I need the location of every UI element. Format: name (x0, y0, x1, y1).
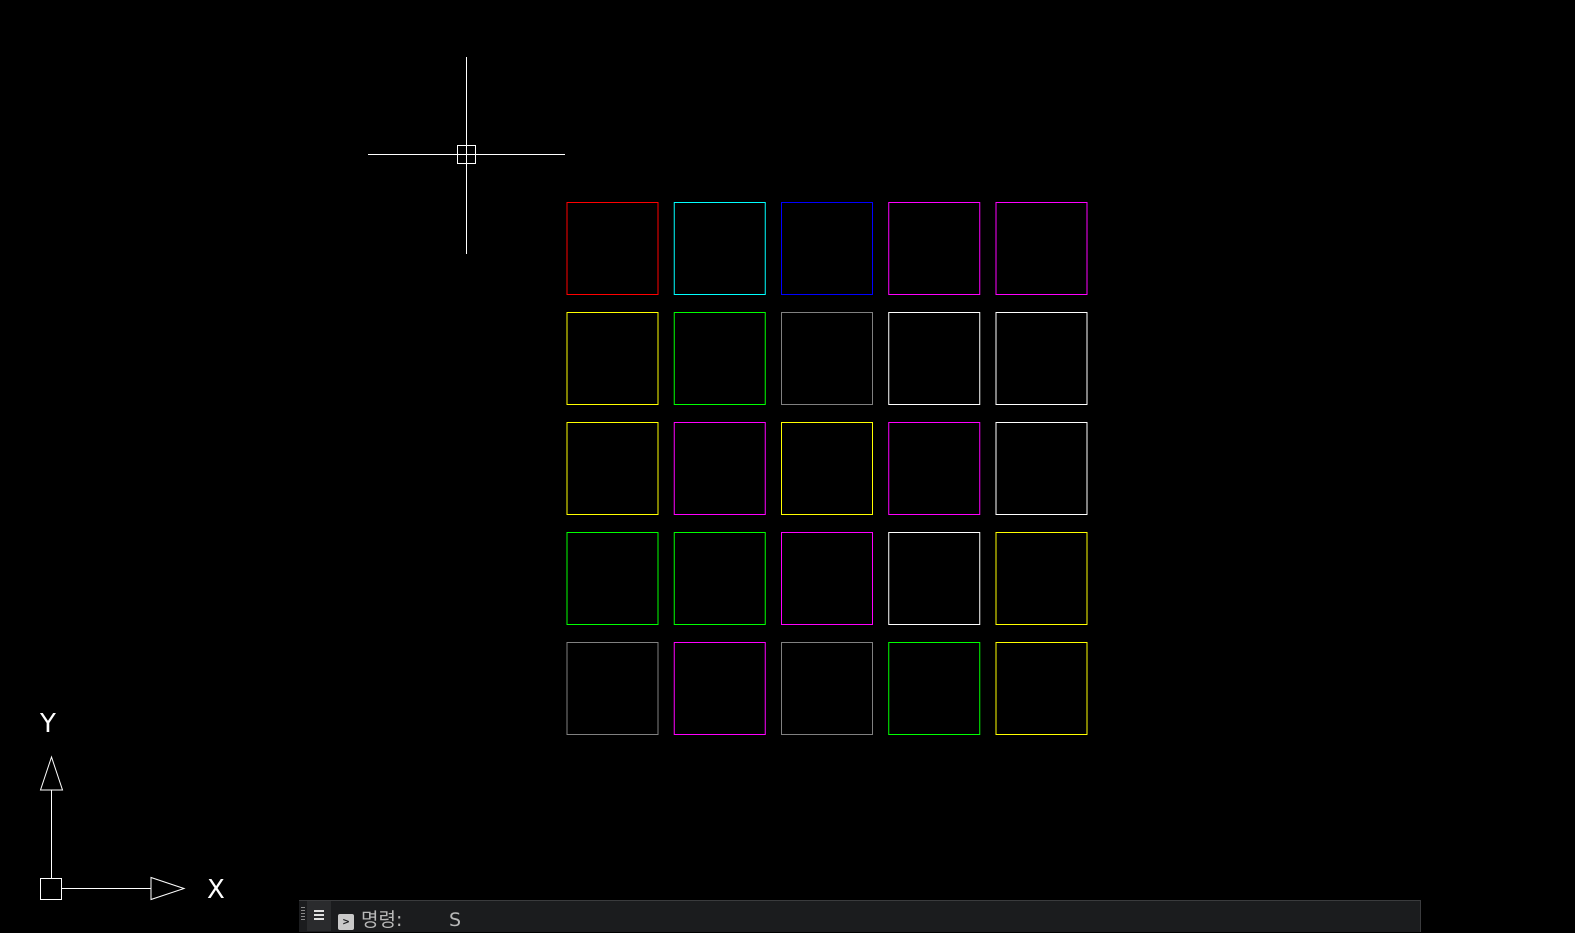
grid-rectangle-r3-c4[interactable] (888, 422, 981, 515)
grid-rectangle-r1-c1[interactable] (566, 202, 659, 295)
grid-rectangle-r4-c3[interactable] (781, 532, 873, 625)
rectangle-grid (566, 202, 1088, 735)
grid-rectangle-r5-c5[interactable] (995, 642, 1088, 735)
grid-rectangle-r5-c1[interactable] (566, 642, 659, 735)
ucs-y-label: Y (39, 709, 56, 739)
command-line-bar: > 명령: (299, 900, 1421, 933)
grid-rectangle-r3-c5[interactable] (995, 422, 1088, 515)
ucs-icon (39, 755, 186, 901)
crosshair-cursor-icon (368, 57, 565, 254)
grid-rectangle-r3-c3[interactable] (781, 422, 873, 515)
grid-rectangle-r4-c1[interactable] (566, 532, 659, 625)
grid-rectangle-r5-c3[interactable] (781, 642, 873, 735)
command-prompt-label: 명령: (361, 909, 403, 931)
grid-rectangle-r5-c2[interactable] (673, 642, 766, 735)
grid-rectangle-r2-c3[interactable] (781, 312, 873, 405)
command-prompt-icon: > (338, 914, 354, 930)
grid-rectangle-r4-c2[interactable] (673, 532, 766, 625)
grid-rectangle-r5-c4[interactable] (888, 642, 981, 735)
grid-rectangle-r2-c5[interactable] (995, 312, 1088, 405)
grid-rectangle-r2-c1[interactable] (566, 312, 659, 405)
ucs-x-label: X (207, 875, 225, 905)
grid-rectangle-r3-c1[interactable] (566, 422, 659, 515)
grid-rectangle-r1-c2[interactable] (673, 202, 766, 295)
drag-grip-handle[interactable] (301, 907, 305, 921)
drawing-canvas[interactable]: Y X (0, 0, 1575, 932)
grid-rectangle-r1-c3[interactable] (781, 202, 873, 295)
grid-rectangle-r4-c4[interactable] (888, 532, 981, 625)
grid-rectangle-r3-c2[interactable] (673, 422, 766, 515)
grid-rectangle-r2-c4[interactable] (888, 312, 981, 405)
grid-rectangle-r2-c2[interactable] (673, 312, 766, 405)
command-input[interactable] (449, 907, 1409, 933)
grid-rectangle-r1-c4[interactable] (888, 202, 981, 295)
grid-rectangle-r1-c5[interactable] (995, 202, 1088, 295)
grid-rectangle-r4-c5[interactable] (995, 532, 1088, 625)
command-menu-button[interactable] (307, 901, 331, 931)
